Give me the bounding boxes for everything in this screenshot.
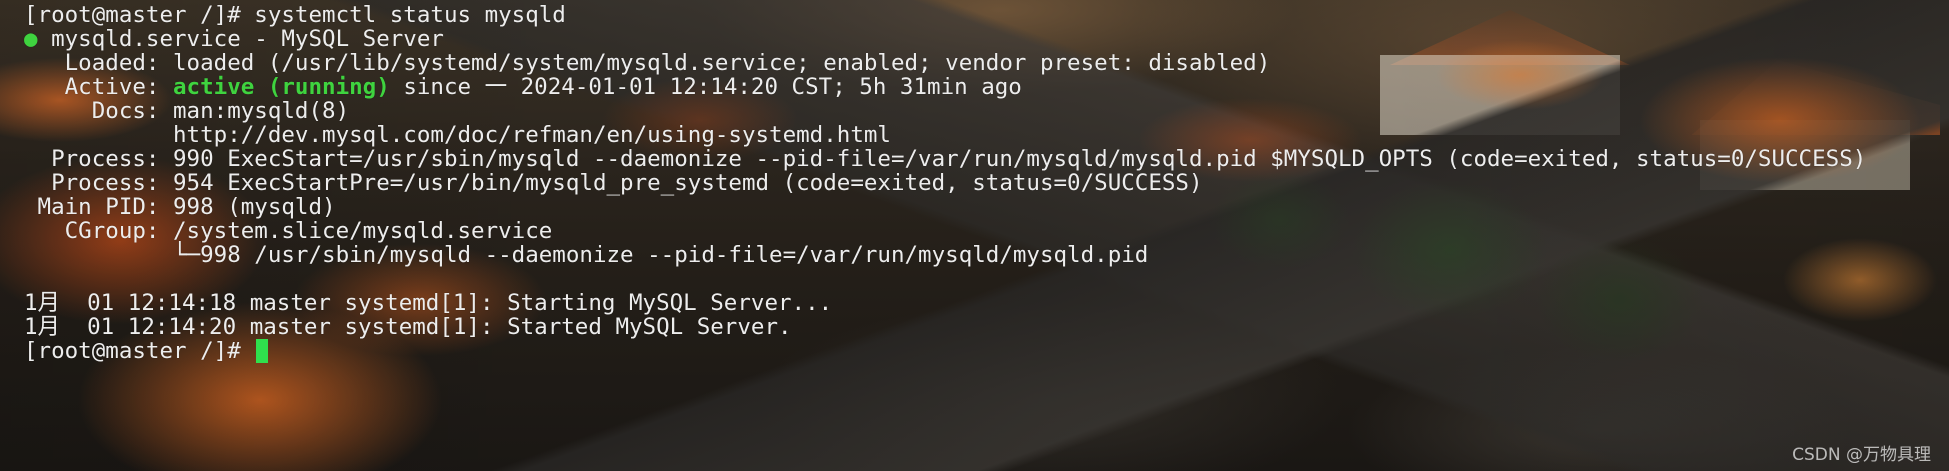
- shell-prompt: [root@master /]#: [24, 338, 241, 364]
- process-label: Process:: [51, 170, 160, 196]
- mainpid-line: Main PID: 998 (mysqld): [24, 195, 1949, 219]
- command-line: [root@master /]# systemctl status mysqld: [24, 3, 1949, 27]
- cgroup-child: └─998 /usr/sbin/mysqld --daemonize --pid…: [173, 242, 1149, 268]
- journal-line: 1月 01 12:14:18 master systemd[1]: Starti…: [24, 291, 1949, 315]
- process-line: Process: 954 ExecStartPre=/usr/bin/mysql…: [24, 171, 1949, 195]
- cgroup-child-line: └─998 /usr/sbin/mysqld --daemonize --pid…: [24, 243, 1949, 267]
- mainpid-label: Main PID:: [37, 194, 160, 220]
- mainpid-value: 998 (mysqld): [173, 194, 336, 220]
- status-dot-icon: ●: [24, 26, 38, 52]
- journal-line: 1月 01 12:14:20 master systemd[1]: Starte…: [24, 315, 1949, 339]
- active-state: active (running): [173, 74, 390, 100]
- docs-man: man:mysqld(8): [173, 98, 350, 124]
- loaded-label: Loaded:: [64, 50, 160, 76]
- active-since: since 一 2024-01-01 12:14:20 CST; 5h 31mi…: [403, 74, 1022, 100]
- docs-url[interactable]: http://dev.mysql.com/doc/refman/en/using…: [173, 122, 891, 148]
- docs-label: Docs:: [91, 98, 160, 124]
- journal-entry: 1月 01 12:14:18 master systemd[1]: Starti…: [24, 290, 833, 316]
- docs-line: Docs: man:mysqld(8): [24, 99, 1949, 123]
- text-cursor: [256, 339, 269, 363]
- process-line: Process: 990 ExecStart=/usr/sbin/mysqld …: [24, 147, 1949, 171]
- cgroup-line: CGroup: /system.slice/mysqld.service: [24, 219, 1949, 243]
- service-line: ● mysqld.service - MySQL Server: [24, 27, 1949, 51]
- service-name: mysqld.service - MySQL Server: [51, 26, 444, 52]
- docs-url-line: http://dev.mysql.com/doc/refman/en/using…: [24, 123, 1949, 147]
- process-execstartpre: 954 ExecStartPre=/usr/bin/mysqld_pre_sys…: [173, 170, 1203, 196]
- process-label: Process:: [51, 146, 160, 172]
- loaded-value: loaded (/usr/lib/systemd/system/mysqld.s…: [173, 50, 1271, 76]
- terminal-output[interactable]: [root@master /]# systemctl status mysqld…: [0, 0, 1949, 471]
- prompt-line[interactable]: [root@master /]#: [24, 339, 1949, 363]
- loaded-line: Loaded: loaded (/usr/lib/systemd/system/…: [24, 51, 1949, 75]
- watermark: CSDN @万物具理: [1792, 445, 1931, 465]
- active-label: Active:: [64, 74, 160, 100]
- cgroup-value: /system.slice/mysqld.service: [173, 218, 553, 244]
- command-text: systemctl status mysqld: [254, 2, 566, 28]
- active-line: Active: active (running) since 一 2024-01…: [24, 75, 1949, 99]
- journal-entry: 1月 01 12:14:20 master systemd[1]: Starte…: [24, 314, 792, 340]
- process-execstart: 990 ExecStart=/usr/sbin/mysqld --daemoni…: [173, 146, 1867, 172]
- shell-prompt: [root@master /]#: [24, 2, 241, 28]
- cgroup-label: CGroup:: [64, 218, 160, 244]
